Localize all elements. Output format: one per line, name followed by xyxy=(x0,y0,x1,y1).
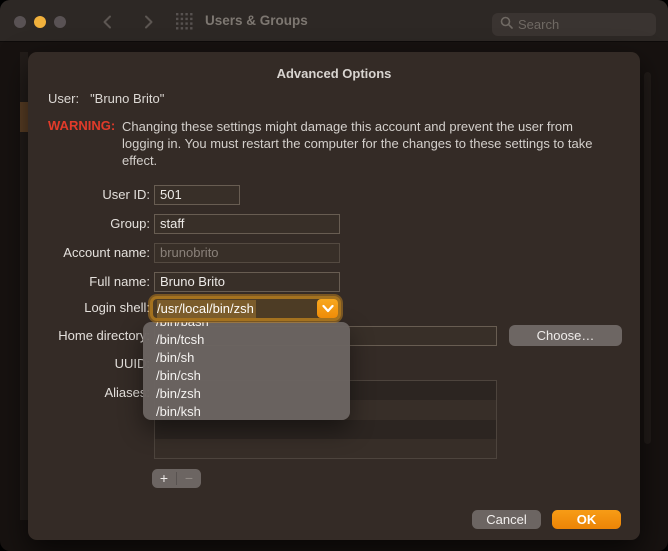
user-id-label: User ID: xyxy=(28,185,150,205)
cancel-button[interactable]: Cancel xyxy=(472,510,541,529)
add-alias-button[interactable]: + xyxy=(152,469,176,488)
sheet-title: Advanced Options xyxy=(28,66,640,81)
uuid-label: UUID: xyxy=(28,354,150,374)
dropdown-item[interactable]: /bin/sh xyxy=(143,349,350,367)
account-name-field: brunobrito xyxy=(154,243,340,263)
user-id-field[interactable]: 501 xyxy=(154,185,240,205)
advanced-options-sheet: Advanced Options User: "Bruno Brito" WARN… xyxy=(28,52,640,540)
group-label: Group: xyxy=(28,214,150,234)
aliases-label: Aliases: xyxy=(28,383,150,403)
dropdown-item[interactable]: /bin/bash xyxy=(143,322,350,331)
show-all-grid-icon[interactable] xyxy=(176,13,193,30)
warning-label: WARNING: xyxy=(48,118,115,133)
background-selected-user-row xyxy=(20,102,28,132)
dropdown-item[interactable]: /bin/zsh xyxy=(143,385,350,403)
background-panel-edge xyxy=(644,72,651,444)
minimize-button[interactable] xyxy=(34,16,46,28)
login-shell-combobox[interactable]: /usr/local/bin/zsh xyxy=(150,296,341,321)
login-shell-value[interactable]: /usr/local/bin/zsh xyxy=(153,299,338,318)
search-field[interactable]: Search xyxy=(492,13,656,36)
window-title: Users & Groups xyxy=(205,0,308,42)
login-shell-dropdown: /bin/bash/bin/tcsh/bin/sh/bin/csh/bin/zs… xyxy=(143,322,350,420)
search-icon xyxy=(500,16,513,34)
choose-button[interactable]: Choose… xyxy=(509,325,622,346)
settings-window: Users & Groups Search Advanced Options U… xyxy=(0,0,668,551)
login-shell-label: Login shell: xyxy=(28,298,150,318)
home-directory-label: Home directory: xyxy=(28,326,150,346)
full-name-field[interactable]: Bruno Brito xyxy=(154,272,340,292)
alias-add-remove-control: + − xyxy=(152,469,201,488)
remove-alias-button[interactable]: − xyxy=(177,469,201,488)
back-button[interactable] xyxy=(100,14,116,30)
zoom-button[interactable] xyxy=(54,16,66,28)
alias-row[interactable] xyxy=(155,439,496,458)
dropdown-item[interactable]: /bin/ksh xyxy=(143,403,350,420)
user-label: User: xyxy=(48,91,79,106)
account-name-label: Account name: xyxy=(28,243,150,263)
close-button[interactable] xyxy=(14,16,26,28)
dropdown-item[interactable]: /bin/csh xyxy=(143,367,350,385)
search-placeholder: Search xyxy=(518,17,559,32)
alias-row[interactable] xyxy=(155,420,496,439)
chevron-down-icon xyxy=(322,304,334,313)
titlebar: Users & Groups Search xyxy=(0,0,668,42)
dropdown-item[interactable]: /bin/tcsh xyxy=(143,331,350,349)
login-shell-dropdown-button[interactable] xyxy=(317,299,338,318)
forward-button[interactable] xyxy=(140,14,156,30)
user-line: User: "Bruno Brito" xyxy=(48,91,164,106)
full-name-label: Full name: xyxy=(28,272,150,292)
ok-button[interactable]: OK xyxy=(552,510,621,529)
user-name-value: "Bruno Brito" xyxy=(90,91,164,106)
warning-text: Changing these settings might damage thi… xyxy=(122,118,616,169)
group-field[interactable]: staff xyxy=(154,214,340,234)
